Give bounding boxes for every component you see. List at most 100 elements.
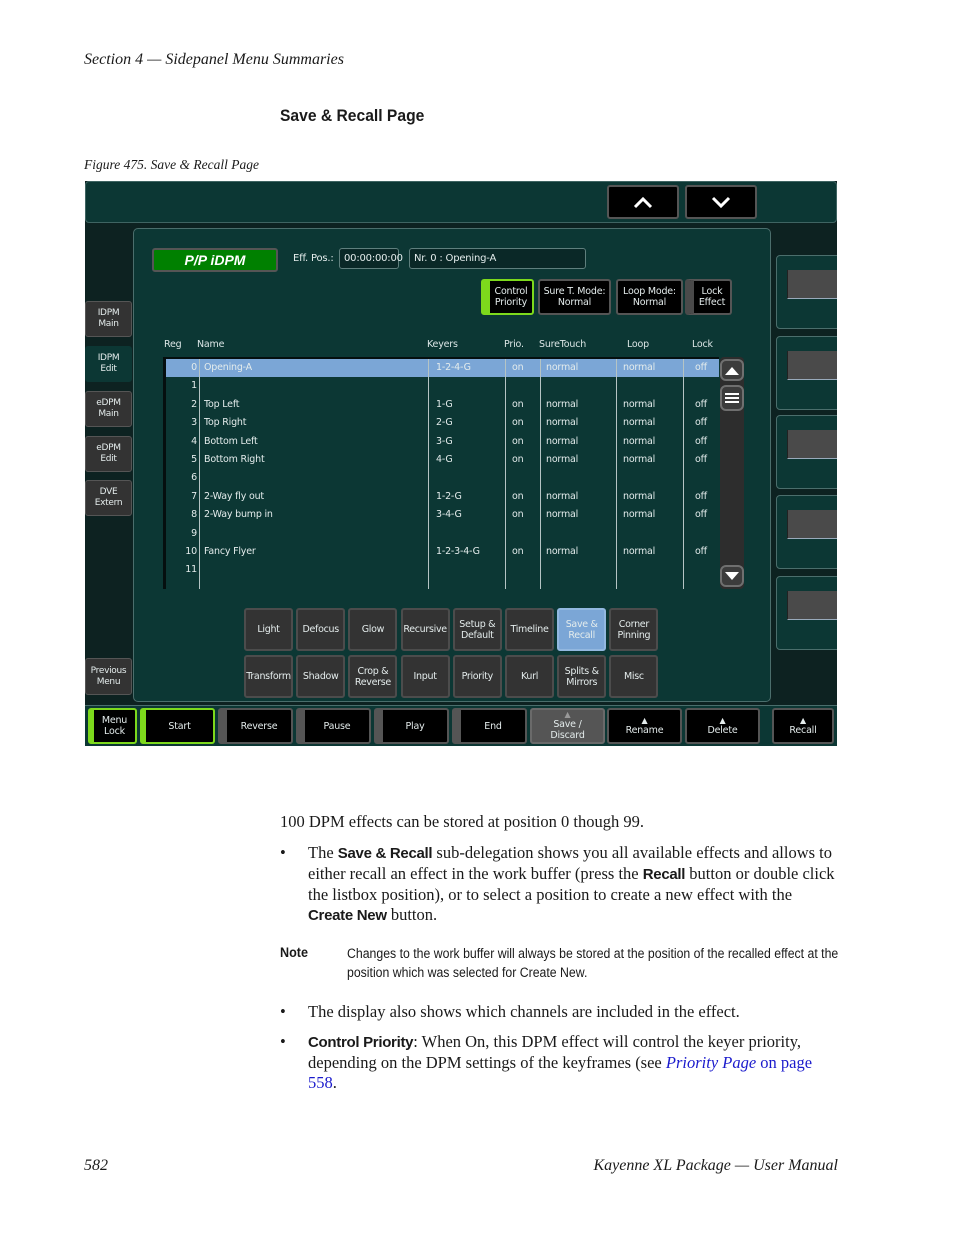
cell-name: Top Right: [204, 417, 247, 429]
category-splits-mirrors-button[interactable]: Splits & Mirrors: [557, 655, 607, 698]
cell-lock: off: [695, 546, 707, 557]
section-title: Save & Recall Page: [280, 106, 425, 125]
right-panel-slot[interactable]: [776, 415, 837, 489]
pause-button[interactable]: Pause: [296, 708, 371, 744]
cell-prio: on: [512, 362, 524, 373]
table-row[interactable]: 2 Top Left 1-G on normal normal off: [166, 396, 719, 414]
scroll-up-button[interactable]: [607, 185, 679, 219]
category-timeline-button[interactable]: Timeline: [505, 608, 554, 651]
category-kurl-button[interactable]: Kurl: [505, 655, 554, 698]
table-row[interactable]: 0 Opening-A 1-2-4-G on normal normal off: [166, 359, 719, 377]
table-row[interactable]: 4 Bottom Left 3-G on normal normal off: [166, 433, 719, 451]
category-input-button[interactable]: Input: [400, 655, 450, 698]
category-save-recall-button[interactable]: Save & Recall: [557, 608, 607, 651]
recall-button[interactable]: ▲ Recall: [772, 708, 834, 744]
right-panel-slot[interactable]: [776, 255, 837, 329]
category-setup-default-button[interactable]: Setup & Default: [452, 608, 502, 651]
scroll-down-arrow-button[interactable]: [720, 565, 744, 587]
table-row[interactable]: 10 Fancy Flyer 1-2-3-4-G on normal normal off: [166, 543, 719, 561]
table-row[interactable]: 7 2-Way fly out 1-2-G on normal normal off: [166, 488, 719, 506]
table-row[interactable]: 3 Top Right 2-G on normal normal off: [166, 414, 719, 432]
category-corner-pinning-button[interactable]: Corner Pinning: [609, 608, 659, 651]
triangle-up-icon: ▲: [564, 710, 571, 719]
side-tab-edpm-edit[interactable]: eDPM Edit: [85, 436, 132, 472]
end-button[interactable]: End: [452, 708, 527, 744]
effect-name-field[interactable]: Nr. 0 : Opening-A: [409, 248, 586, 269]
figure-caption: Figure 475. Save & Recall Page: [84, 157, 259, 172]
side-tab-idpm-edit[interactable]: IDPM Edit: [85, 346, 132, 382]
table-row[interactable]: 8 2-Way bump in 3-4-G on normal normal off: [166, 506, 719, 524]
triangle-up-icon: ▲: [641, 715, 648, 725]
delete-button[interactable]: ▲ Delete: [685, 708, 760, 744]
option-loop-mode-button[interactable]: Loop Mode: Normal: [616, 279, 683, 315]
cell-reg: 6: [191, 472, 197, 484]
category-defocus-button[interactable]: Defocus: [296, 608, 346, 651]
side-tab-edpm-main[interactable]: eDPM Main: [85, 391, 132, 427]
table-row[interactable]: 6: [166, 469, 719, 487]
category-crop-reverse-button[interactable]: Crop & Reverse: [348, 655, 398, 698]
cell-prio: on: [512, 490, 524, 502]
cell-reg: 9: [191, 527, 197, 539]
cell-name: Fancy Flyer: [204, 546, 256, 557]
start-button[interactable]: Start: [140, 708, 215, 744]
scroll-down-button[interactable]: [685, 185, 757, 219]
cell-prio: on: [512, 509, 524, 521]
cell-suretouch: normal: [546, 417, 579, 429]
category-glow-button[interactable]: Glow: [348, 608, 398, 651]
cell-reg: 2: [191, 398, 197, 410]
table-row[interactable]: 1: [166, 377, 719, 395]
table-row[interactable]: 9: [166, 525, 719, 543]
category-shadow-button[interactable]: Shadow: [296, 655, 346, 698]
previous-menu-button[interactable]: Previous Menu: [85, 658, 132, 695]
menu-lock-button[interactable]: Menu Lock: [88, 708, 137, 744]
play-button[interactable]: Play: [374, 708, 449, 744]
eff-pos-field[interactable]: 00:00:00:00: [339, 248, 403, 269]
triangle-up-icon: ▲: [800, 715, 806, 725]
cell-lock: off: [695, 398, 707, 410]
rename-button[interactable]: ▲ Rename: [607, 708, 682, 744]
cell-prio: on: [512, 435, 524, 447]
column-header-name: Name: [197, 339, 225, 350]
scroll-up-arrow-button[interactable]: [720, 359, 744, 381]
grip-lines-icon: [725, 393, 739, 403]
cell-suretouch: normal: [546, 546, 579, 557]
option-control-button[interactable]: Control Priority: [481, 279, 534, 315]
option-sure-t-mode-button[interactable]: Sure T. Mode: Normal: [538, 279, 611, 315]
cell-keyers: 1-2-G: [436, 490, 462, 502]
cell-keyers: 2-G: [436, 417, 453, 429]
cell-reg: 11: [185, 564, 197, 576]
cell-name: Bottom Left: [204, 435, 258, 447]
cell-keyers: 3-G: [436, 435, 453, 447]
category-light-button[interactable]: Light: [244, 608, 293, 651]
cell-suretouch: normal: [546, 435, 579, 447]
footer-title: Kayenne XL Package — User Manual: [593, 1157, 838, 1174]
mode-indicator: P/P iDPM: [152, 248, 278, 272]
right-panel-slot[interactable]: [776, 576, 837, 650]
category-misc-button[interactable]: Misc: [609, 655, 659, 698]
list-scrollbar[interactable]: [720, 357, 744, 589]
running-head: Section 4 — Sidepanel Menu Summaries: [84, 51, 344, 68]
category-recursive-button[interactable]: Recursive: [400, 608, 450, 651]
right-panel-slot[interactable]: [776, 336, 837, 410]
scroll-thumb[interactable]: [720, 385, 744, 411]
cell-reg: 7: [191, 490, 197, 502]
triangle-down-icon: [725, 571, 739, 580]
cell-loop: normal: [623, 490, 656, 502]
effects-listbox[interactable]: 0 Opening-A 1-2-4-G on normal normal off 1 2 Top …: [163, 357, 719, 589]
side-tab-dve-extern[interactable]: DVE Extern: [85, 480, 132, 516]
category-transform-button[interactable]: Transform: [244, 655, 293, 698]
side-tab-idpm-main[interactable]: IDPM Main: [85, 301, 132, 337]
eff-pos-label: Eff. Pos.:: [293, 253, 334, 264]
save-discard-button[interactable]: ▲ Save / Discard: [530, 708, 605, 744]
option-lock-button[interactable]: Lock Effect: [685, 279, 732, 315]
ui-screenshot: IDPM Main IDPM Edit eDPM Main eDPM Edit DVE Exter…: [85, 181, 837, 746]
right-panel-slot[interactable]: [776, 495, 837, 569]
table-row[interactable]: 11: [166, 561, 719, 579]
table-row[interactable]: 5 Bottom Right 4-G on normal normal off: [166, 451, 719, 469]
bullet-channels: The display also shows which channels ar…: [308, 1002, 740, 1021]
cell-prio: on: [512, 398, 524, 410]
cell-prio: on: [512, 417, 524, 429]
reverse-button[interactable]: Reverse: [218, 708, 293, 744]
bullet: •: [280, 1002, 286, 1021]
category-priority-button[interactable]: Priority: [452, 655, 502, 698]
